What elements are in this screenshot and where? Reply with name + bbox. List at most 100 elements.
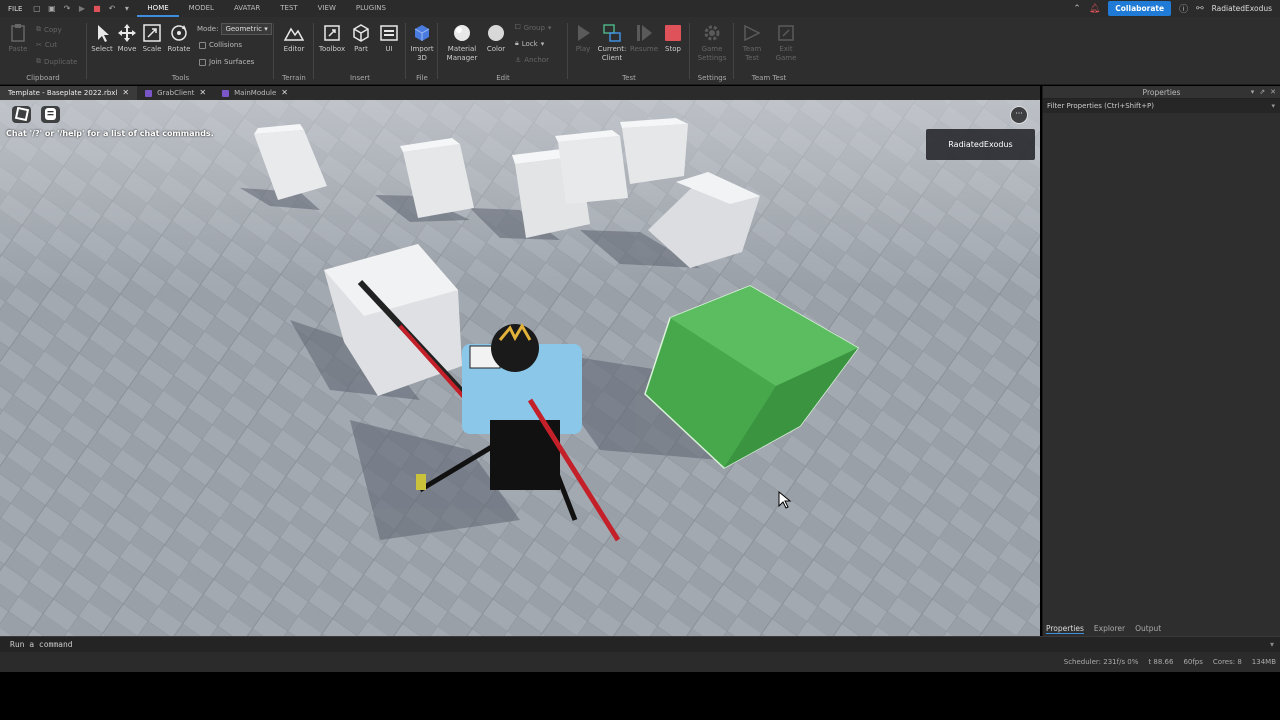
divider — [86, 23, 87, 79]
move-button[interactable]: Move — [115, 23, 139, 54]
import-3d-button[interactable]: Import 3D — [407, 23, 437, 63]
team-test-group: Team Test Exit Game Team Test — [735, 17, 803, 85]
roblox-logo-icon — [14, 106, 30, 122]
clipboard-group: Paste ⧉ Copy ✂ Cut ⧉ Duplicate Clipboard — [0, 17, 86, 85]
group-button[interactable]: ⧠ Group ▾ — [515, 23, 551, 32]
toolbox-icon — [324, 25, 340, 41]
color-icon — [488, 25, 504, 41]
mode-dropdown[interactable]: Geometric ▾ — [221, 23, 272, 35]
rotate-button[interactable]: Rotate — [166, 23, 192, 54]
tab-plugins[interactable]: PLUGINS — [346, 0, 396, 17]
tab-explorer[interactable]: Explorer — [1094, 624, 1125, 634]
chevron-up-icon[interactable]: ⌃ — [1073, 4, 1081, 14]
share-icon[interactable]: ⚯ — [1196, 4, 1204, 14]
game-settings-button[interactable]: Game Settings — [695, 23, 729, 63]
chevron-down-icon[interactable]: ▾ — [1251, 86, 1255, 99]
scheduler-stat: Scheduler: 231f/s 0% — [1063, 658, 1139, 666]
redo-icon[interactable]: ↷ — [62, 4, 71, 13]
file-menu[interactable]: FILE — [8, 5, 22, 13]
save-icon[interactable]: ▣ — [47, 4, 56, 13]
close-icon[interactable]: ✕ — [199, 86, 206, 100]
tab-home[interactable]: HOME — [137, 0, 179, 17]
close-icon[interactable]: ✕ — [122, 86, 129, 100]
current-client-button[interactable]: Current: Client — [595, 23, 629, 63]
chevron-down-icon[interactable]: ▾ — [1270, 637, 1274, 652]
paste-icon — [11, 24, 25, 42]
color-button[interactable]: Color — [484, 23, 508, 54]
close-icon[interactable]: ✕ — [1270, 86, 1276, 99]
anchor-icon: ⚓︎ — [515, 56, 522, 64]
divider — [405, 23, 406, 79]
material-manager-button[interactable]: Material Manager — [441, 23, 483, 63]
status-bar: Scheduler: 231f/s 0% t 88.66 60fps Cores… — [0, 652, 1280, 672]
toolbox-button[interactable]: Toolbox — [317, 23, 347, 54]
doc-tab-baseplate[interactable]: Template - Baseplate 2022.rbxl ✕ — [0, 86, 138, 100]
collaborate-button[interactable]: Collaborate — [1108, 1, 1172, 16]
filter-properties-input[interactable]: Filter Properties (Ctrl+Shift+P) ▾ — [1043, 99, 1280, 113]
tab-model[interactable]: MODEL — [179, 0, 224, 17]
undo-icon[interactable]: ↶ — [107, 4, 116, 13]
tab-avatar[interactable]: AVATAR — [224, 0, 270, 17]
stop-button[interactable]: Stop — [661, 23, 685, 54]
cut-button[interactable]: ✂ Cut — [36, 41, 57, 49]
help-icon[interactable]: ⓘ — [1179, 2, 1188, 15]
duplicate-button[interactable]: ⧉ Duplicate — [36, 57, 77, 66]
join-surfaces-checkbox[interactable]: Join Surfaces — [199, 58, 254, 66]
scale-icon — [143, 24, 161, 42]
scale-button[interactable]: Scale — [140, 23, 164, 54]
test-group-label: Test — [622, 74, 636, 82]
doc-tab-grabclient[interactable]: GrabClient ✕ — [137, 86, 214, 100]
undock-icon[interactable]: ⇗ — [1259, 86, 1265, 99]
paste-button[interactable]: Paste — [6, 23, 30, 54]
tab-properties[interactable]: Properties — [1046, 624, 1084, 634]
team-test-button[interactable]: Team Test — [737, 23, 767, 63]
doc-tab-mainmodule[interactable]: MainModule ✕ — [214, 86, 296, 100]
ui-button[interactable]: UI — [377, 23, 401, 54]
play-icon[interactable]: ▶ — [77, 4, 86, 13]
cut-icon: ✂ — [36, 41, 42, 49]
anchor-button[interactable]: ⚓︎ Anchor — [515, 56, 549, 64]
stop-icon — [665, 25, 681, 41]
properties-panel: Properties ▾ ⇗ ✕ Filter Properties (Ctrl… — [1042, 86, 1280, 636]
move-icon — [118, 24, 136, 42]
document-tabs: Template - Baseplate 2022.rbxl ✕ GrabCli… — [0, 86, 1040, 100]
white-block[interactable] — [620, 118, 688, 184]
new-file-icon[interactable]: ▢ — [32, 4, 41, 13]
command-bar[interactable]: Run a command ▾ — [0, 636, 1280, 652]
play-button[interactable]: Play — [571, 23, 595, 54]
white-block[interactable] — [555, 130, 628, 204]
lock-button[interactable]: 🔒︎ Lock ▾ — [515, 39, 544, 48]
notification-icon[interactable]: 🔔︎ — [1089, 4, 1100, 14]
edit-group: Material Manager Color ⧠ Group ▾ 🔒︎ Lock ▾… — [439, 17, 567, 85]
tools-group-label: Tools — [171, 74, 190, 82]
team-test-group-label: Team Test — [751, 74, 787, 82]
copy-button[interactable]: ⧉ Copy — [36, 25, 62, 34]
tab-output[interactable]: Output — [1135, 624, 1161, 634]
chevron-down-icon[interactable]: ▾ — [1271, 99, 1275, 113]
cores-stat: Cores: 8 — [1212, 658, 1242, 666]
command-input[interactable]: Run a command — [10, 640, 73, 649]
select-button[interactable]: Select — [90, 23, 114, 54]
tab-view[interactable]: VIEW — [308, 0, 346, 17]
divider — [313, 23, 314, 79]
terrain-editor-button[interactable]: Editor — [280, 23, 308, 54]
ribbon-toolbar: Paste ⧉ Copy ✂ Cut ⧉ Duplicate Clipboard Se… — [0, 17, 1280, 85]
clipboard-group-label: Clipboard — [26, 74, 60, 82]
collisions-checkbox[interactable]: Collisions — [199, 41, 242, 49]
more-options-icon[interactable]: ··· — [1010, 106, 1028, 124]
divider — [437, 23, 438, 79]
chat-button[interactable] — [41, 106, 60, 123]
mode-selector[interactable]: Mode: Geometric ▾ — [197, 23, 272, 35]
import-3d-icon — [414, 25, 430, 41]
customize-arrow-icon[interactable]: ▾ — [122, 4, 131, 13]
stop-icon[interactable]: ■ — [92, 4, 101, 13]
part-button[interactable]: Part — [349, 23, 373, 54]
tab-test[interactable]: TEST — [270, 0, 307, 17]
material-sphere-icon — [454, 25, 470, 41]
roblox-menu-button[interactable] — [12, 106, 31, 123]
close-icon[interactable]: ✕ — [281, 86, 288, 100]
resume-button[interactable]: Resume — [629, 23, 659, 54]
3d-viewport[interactable]: Chat '/?' or '/help' for a list of chat … — [0, 100, 1040, 636]
username[interactable]: RadiatedExodus — [1212, 4, 1272, 13]
exit-game-button[interactable]: Exit Game — [771, 23, 801, 63]
